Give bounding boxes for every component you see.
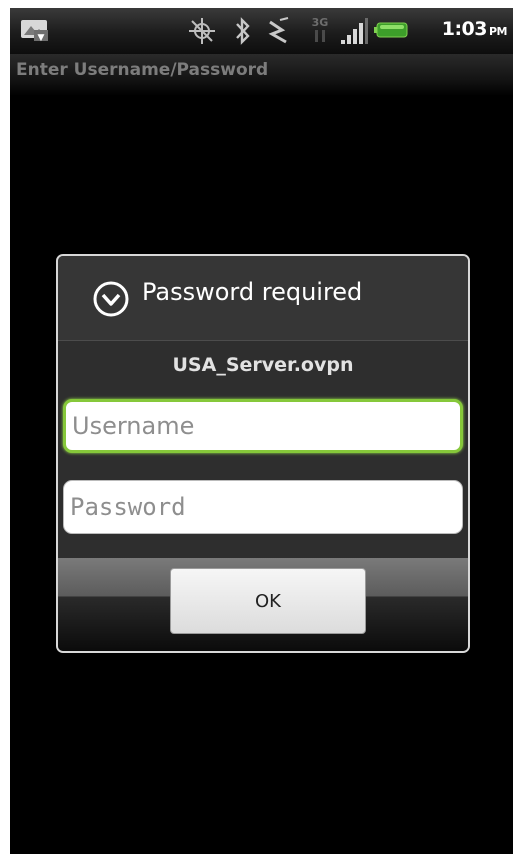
notification-image-icon[interactable]: ▼ [20,16,50,46]
dialog-subtitle: USA_Server.ovpn [172,354,354,376]
bluetooth-icon [234,16,252,50]
password-dialog: Password required USA_Server.ovpn OK [56,254,470,653]
svg-text:3G: 3G [312,16,329,29]
username-field[interactable] [63,399,463,453]
password-field[interactable] [63,480,463,534]
status-time: 1:03 PM [441,18,508,40]
status-bar: ▼ 3G 1:03 PM [10,8,513,54]
dialog-header: Password required [58,256,468,341]
gps-icon [186,16,218,50]
status-ampm: PM [488,25,508,38]
phone-screen: ▼ 3G 1:03 PM Enter Username/Password Pas… [10,8,513,854]
svg-text:▼: ▼ [38,33,45,42]
battery-icon [374,21,408,43]
dialog-title: Password required [142,278,363,306]
dialog-button-bar: OK [58,558,468,651]
chevron-down-circle-icon [92,280,130,322]
signal-icon [340,16,370,50]
app-title: Enter Username/Password [16,60,269,80]
3g-icon: 3G [310,14,330,50]
vibrate-icon [266,16,292,50]
app-title-bar: Enter Username/Password [10,54,513,96]
ok-button[interactable]: OK [170,568,366,634]
